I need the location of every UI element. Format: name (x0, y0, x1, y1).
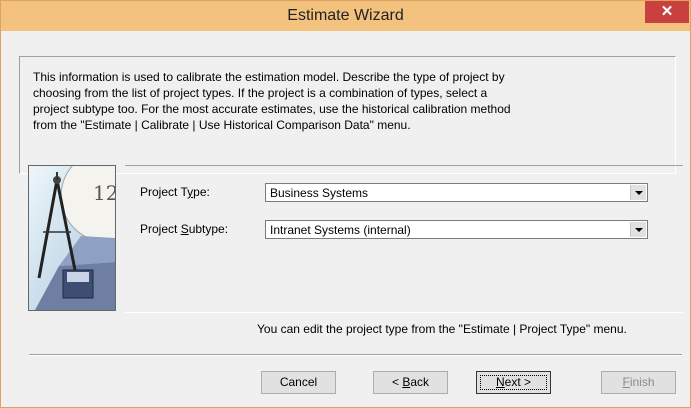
cancel-button[interactable]: Cancel (261, 371, 336, 394)
project-type-label: Project Type: (140, 185, 210, 199)
title-bar[interactable]: Estimate Wizard ✕ (1, 1, 690, 31)
project-subtype-value: Intranet Systems (internal) (270, 223, 411, 237)
window-title: Estimate Wizard (287, 7, 404, 24)
project-type-value: Business Systems (270, 186, 369, 200)
project-subtype-dropdown[interactable]: Intranet Systems (internal) (265, 220, 648, 239)
estimate-wizard-window: Estimate Wizard ✕ This information is us… (0, 0, 691, 408)
next-button[interactable]: Next > (476, 371, 551, 394)
dialog-body: This information is used to calibrate th… (9, 32, 683, 400)
chevron-down-icon[interactable] (630, 222, 646, 237)
project-type-hint: You can edit the project type from the "… (257, 322, 627, 336)
finish-button[interactable]: Finish (601, 371, 676, 394)
project-type-group: Project Type: Business Systems Project S… (125, 165, 683, 313)
project-type-dropdown[interactable]: Business Systems (265, 183, 648, 202)
back-button[interactable]: < Back (373, 371, 448, 394)
button-separator (29, 354, 682, 356)
close-button[interactable]: ✕ (645, 1, 689, 23)
compass-clock-illustration-icon: 12 (29, 166, 115, 310)
project-subtype-label: Project Subtype: (140, 222, 229, 236)
wizard-illustration: 12 (28, 165, 116, 311)
close-icon: ✕ (660, 3, 674, 20)
description-panel: This information is used to calibrate th… (19, 56, 676, 174)
chevron-down-icon[interactable] (630, 185, 646, 200)
svg-text:12: 12 (93, 181, 115, 205)
description-text: This information is used to calibrate th… (33, 70, 511, 132)
